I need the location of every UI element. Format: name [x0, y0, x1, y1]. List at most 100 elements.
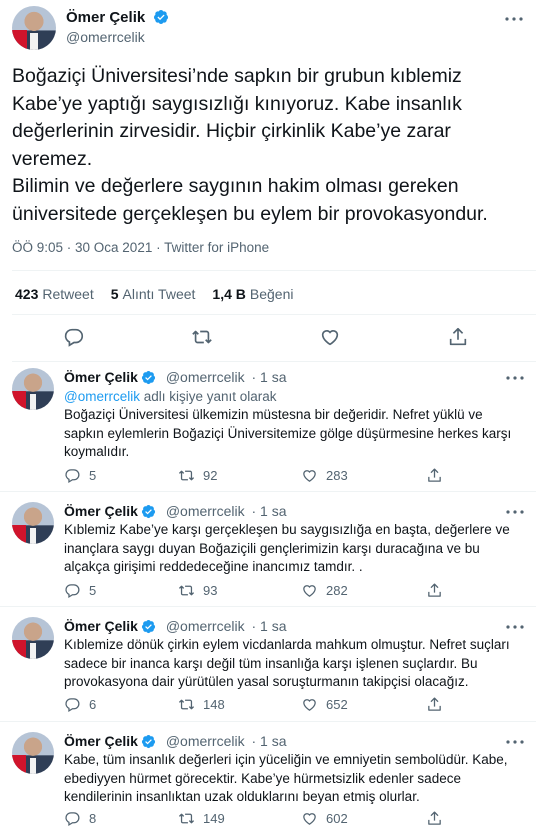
- reply-button[interactable]: 6: [64, 696, 96, 713]
- reply-text: Kıblemiz Kabe’ye karşı gerçekleşen bu sa…: [64, 522, 510, 574]
- reply-button[interactable]: 5: [64, 582, 96, 599]
- share-icon: [428, 583, 441, 597]
- tweet-timestamp[interactable]: ÖÖ 9:05 · 30 Oca 2021 · Twitter for iPho…: [12, 240, 269, 255]
- reply-button[interactable]: 5: [64, 467, 96, 484]
- share-icon[interactable]: [447, 326, 469, 348]
- author-name[interactable]: Ömer Çelik: [64, 618, 138, 634]
- like-button[interactable]: 602: [301, 810, 348, 827]
- author-handle[interactable]: @omerrcelik: [166, 618, 245, 634]
- reply-text: Boğaziçi Üniversitesi ülkemizin müstesna…: [64, 407, 512, 459]
- reply-tweet[interactable]: Ömer Çelik @omerrcelik · 1 sa Kıblemize …: [0, 617, 536, 727]
- author-handle[interactable]: @omerrcelik: [66, 29, 145, 45]
- avatar[interactable]: [12, 368, 54, 410]
- more-icon[interactable]: [505, 508, 525, 516]
- more-icon[interactable]: [505, 374, 525, 382]
- like-icon: [303, 699, 316, 711]
- divider: [0, 491, 536, 492]
- like-button[interactable]: 652: [301, 696, 348, 713]
- like-count: 282: [326, 583, 348, 598]
- reply-icon: [65, 584, 80, 599]
- reply-time[interactable]: · 1 sa: [252, 733, 287, 749]
- retweet-button[interactable]: 149: [178, 810, 225, 827]
- retweet-count: 149: [203, 811, 225, 826]
- retweet-button[interactable]: 148: [178, 696, 225, 713]
- share-button[interactable]: [426, 582, 443, 599]
- reply-actions: 5 93 282: [64, 582, 524, 600]
- reply-actions: 5 92 283: [64, 467, 524, 485]
- reply-text: Kabe, tüm insanlık değerleri için yüceli…: [64, 752, 508, 804]
- reply-text: Kıblemize dönük çirkin eylem vicdanlarda…: [64, 637, 510, 689]
- reply-count: 5: [89, 468, 97, 483]
- author-handle[interactable]: @omerrcelik: [166, 503, 245, 519]
- verified-badge-icon: [153, 10, 168, 24]
- divider: [12, 361, 536, 362]
- retweet-icon: [178, 699, 195, 710]
- avatar[interactable]: [12, 732, 54, 774]
- reply-icon: [65, 812, 80, 827]
- retweet-icon: [178, 813, 195, 824]
- share-button[interactable]: [426, 467, 443, 484]
- reply-header: Ömer Çelik @omerrcelik · 1 sa: [64, 618, 287, 634]
- like-button[interactable]: 282: [301, 582, 348, 599]
- like-count: 652: [326, 697, 348, 712]
- more-icon[interactable]: [504, 15, 524, 23]
- retweet-stat[interactable]: 423 Retweet: [15, 286, 94, 302]
- reply-tweet[interactable]: Ömer Çelik @omerrcelik · 1 sa Kıblemiz K…: [0, 502, 536, 612]
- share-icon: [428, 468, 441, 482]
- reply-count: 6: [89, 697, 97, 712]
- author-name[interactable]: Ömer Çelik: [64, 369, 138, 385]
- avatar[interactable]: [12, 6, 56, 50]
- reply-icon: [65, 469, 80, 484]
- divider: [12, 270, 536, 271]
- share-button[interactable]: [426, 696, 443, 713]
- reply-header: Ömer Çelik @omerrcelik · 1 sa: [64, 733, 287, 749]
- divider: [12, 314, 536, 315]
- reply-icon[interactable]: [63, 326, 85, 348]
- reply-button[interactable]: 8: [64, 810, 96, 827]
- like-count: 283: [326, 468, 348, 483]
- like-count: 602: [326, 811, 348, 826]
- reply-time[interactable]: · 1 sa: [252, 369, 287, 385]
- more-icon[interactable]: [505, 738, 525, 746]
- more-icon[interactable]: [505, 623, 525, 631]
- retweet-icon: [178, 585, 195, 596]
- share-icon: [428, 811, 441, 825]
- like-icon: [303, 470, 316, 482]
- tweet-actions: [0, 326, 536, 350]
- retweet-button[interactable]: 92: [178, 467, 217, 484]
- reply-tweet[interactable]: Ömer Çelik @omerrcelik · 1 sa Kabe, tüm …: [0, 732, 536, 831]
- reply-tweet[interactable]: Ömer Çelik @omerrcelik · 1 sa @omerrceli…: [0, 368, 536, 498]
- author-handle[interactable]: @omerrcelik: [166, 733, 245, 749]
- reply-actions: 6 148 652: [64, 696, 524, 714]
- reply-time[interactable]: · 1 sa: [252, 503, 287, 519]
- share-button[interactable]: [426, 810, 443, 827]
- reply-count: 8: [89, 811, 97, 826]
- retweet-count: 93: [203, 583, 218, 598]
- retweet-button[interactable]: 93: [178, 582, 217, 599]
- like-icon: [303, 585, 316, 597]
- quote-stat[interactable]: 5 Alıntı Tweet: [111, 286, 196, 302]
- like-button[interactable]: 283: [301, 467, 348, 484]
- like-stat[interactable]: 1,4 B Beğeni: [212, 286, 293, 302]
- author-name[interactable]: Ömer Çelik: [66, 9, 145, 26]
- reply-count: 5: [89, 583, 97, 598]
- avatar[interactable]: [12, 502, 54, 544]
- like-icon[interactable]: [319, 326, 341, 348]
- verified-badge-icon: [141, 370, 155, 385]
- share-icon: [428, 697, 441, 711]
- replying-to-handle[interactable]: @omerrcelik: [64, 389, 140, 404]
- author-name[interactable]: Ömer Çelik: [64, 503, 138, 519]
- retweet-icon[interactable]: [191, 326, 213, 348]
- avatar[interactable]: [12, 617, 54, 659]
- author-handle[interactable]: @omerrcelik: [166, 369, 245, 385]
- replying-to: @omerrcelik adlı kişiye yanıt olarak: [64, 389, 277, 404]
- verified-badge-icon: [141, 504, 155, 519]
- reply-icon: [65, 698, 80, 713]
- tweet-text: Boğaziçi Üniversitesi’nde sapkın bir gru…: [12, 65, 488, 225]
- divider: [0, 721, 536, 722]
- author-name[interactable]: Ömer Çelik: [64, 733, 138, 749]
- reply-time[interactable]: · 1 sa: [252, 618, 287, 634]
- like-icon: [303, 813, 316, 825]
- verified-badge-icon: [141, 734, 155, 749]
- reply-header: Ömer Çelik @omerrcelik · 1 sa: [64, 503, 287, 519]
